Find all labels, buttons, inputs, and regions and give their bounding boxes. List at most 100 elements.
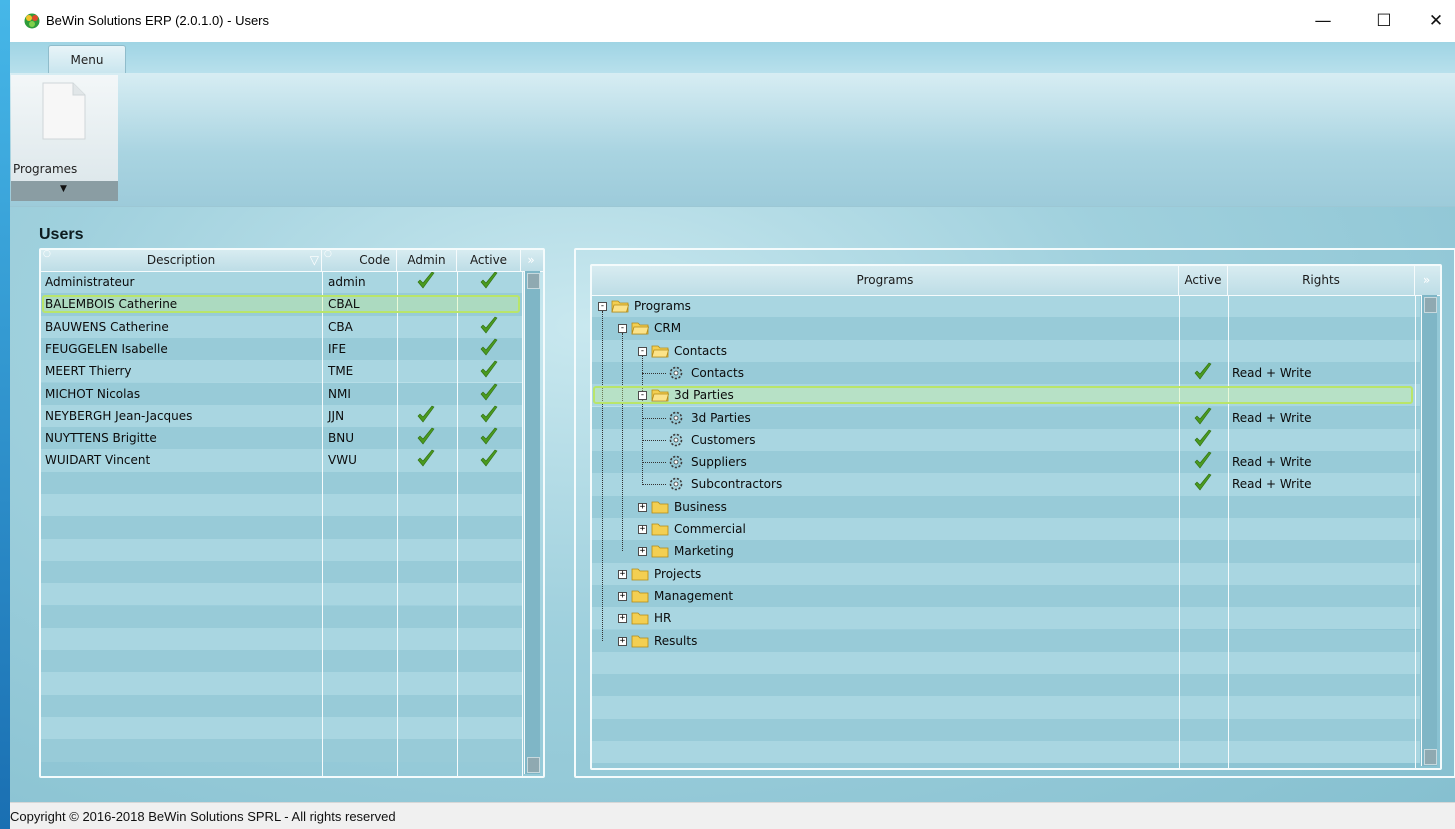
cell-rights: Read + Write — [1232, 365, 1312, 380]
column-chooser-icon[interactable]: » — [521, 250, 541, 271]
tree-row[interactable]: + Results — [592, 630, 1420, 652]
main-area: Users Administrateur admin BALEMBOIS Cathe… — [10, 207, 1455, 802]
close-button[interactable]: ✕ — [1416, 6, 1455, 36]
active-check-icon — [1194, 429, 1212, 447]
active-check-icon — [480, 427, 498, 445]
expand-icon[interactable]: + — [638, 525, 647, 534]
cell-code: JJN — [328, 408, 345, 423]
filter-icon[interactable]: ▽ — [310, 250, 319, 271]
row-band — [41, 605, 523, 628]
table-row[interactable]: WUIDART Vincent VWU — [41, 449, 523, 471]
cell-description: FEUGGELEN Isabelle — [45, 341, 168, 356]
tree-row[interactable]: - CRM — [592, 317, 1420, 339]
row-band — [592, 718, 1420, 741]
active-check-icon — [480, 360, 498, 378]
tree-row[interactable]: - 3d Parties — [592, 384, 1420, 406]
cell-description: NEYBERGH Jean-Jacques — [45, 408, 193, 423]
expand-icon[interactable]: + — [618, 569, 627, 579]
programes-label: Programes — [13, 162, 78, 176]
table-row[interactable]: BALEMBOIS Catherine CBAL — [41, 293, 523, 315]
tree-node-label: Subcontractors — [691, 477, 783, 492]
collapse-icon[interactable]: - — [618, 324, 627, 334]
tree-row[interactable]: + Marketing — [592, 540, 1420, 562]
scroll-down-button[interactable] — [527, 757, 540, 773]
tree-row[interactable]: + Business — [592, 496, 1420, 518]
table-row[interactable]: MICHOT Nicolas NMI — [41, 383, 523, 405]
tree-branch-line — [642, 372, 666, 374]
tree-row[interactable]: Subcontractors Read + Write — [592, 473, 1420, 495]
programes-button[interactable]: Programes ▼ — [11, 75, 118, 201]
minimize-button[interactable]: — — [1300, 6, 1346, 36]
expand-icon[interactable]: + — [638, 502, 647, 512]
folder-icon — [631, 568, 649, 580]
column-header-active[interactable]: Active — [457, 250, 521, 271]
cell-description: MEERT Thierry — [45, 364, 132, 379]
table-row[interactable]: FEUGGELEN Isabelle IFE — [41, 338, 523, 360]
scroll-down-button[interactable] — [1424, 749, 1437, 765]
column-header-active[interactable]: Active — [1179, 266, 1228, 295]
page-title: Users — [39, 226, 84, 243]
admin-check-icon — [417, 450, 435, 467]
cell-rights: Read + Write — [1232, 477, 1312, 492]
cell-description: Administrateur — [45, 275, 135, 289]
table-row[interactable]: NUYTTENS Brigitte BNU — [41, 427, 523, 449]
row-band — [41, 471, 523, 494]
cell-code: CBA — [328, 319, 353, 334]
table-row[interactable]: Administrateur admin — [41, 271, 523, 293]
column-header-rights[interactable]: Rights — [1228, 266, 1415, 295]
expand-icon[interactable]: + — [638, 547, 647, 557]
collapse-icon[interactable]: - — [598, 302, 607, 311]
tree-row[interactable]: Customers — [592, 429, 1420, 451]
cell-code: NMI — [328, 386, 351, 401]
cell-description: NUYTTENS Brigitte — [45, 431, 157, 446]
tree-node-label: HR — [654, 611, 672, 626]
programes-dropdown[interactable]: ▼ — [11, 181, 118, 201]
expand-icon[interactable]: + — [618, 636, 627, 646]
tree-row[interactable]: - Contacts — [592, 340, 1420, 362]
tree-row[interactable]: Contacts Read + Write — [592, 362, 1420, 384]
row-band — [41, 739, 523, 762]
users-grid: Administrateur admin BALEMBOIS Catherine CB… — [39, 248, 545, 778]
column-header-code[interactable]: Code ○ — [322, 250, 397, 271]
tree-node-label: Results — [654, 633, 698, 648]
tree-row[interactable]: - Programs — [592, 295, 1420, 317]
tree-row[interactable]: + HR — [592, 607, 1420, 629]
column-header-description[interactable]: Description ○ ▽ — [41, 250, 322, 271]
row-band — [41, 494, 523, 517]
folder-open-icon — [651, 345, 669, 357]
column-header-admin[interactable]: Admin — [397, 250, 457, 271]
tree-node-label: Management — [654, 588, 734, 603]
cell-code: TME — [328, 364, 354, 379]
gear-icon — [669, 455, 683, 469]
tree-row[interactable]: + Management — [592, 585, 1420, 607]
expand-icon[interactable]: + — [618, 614, 627, 624]
tree-row[interactable]: + Commercial — [592, 518, 1420, 540]
tab-menu[interactable]: Menu — [48, 45, 126, 74]
programs-scrollbar[interactable] — [1421, 295, 1437, 766]
folder-icon — [631, 635, 649, 647]
column-header-programs[interactable]: Programs — [592, 266, 1179, 295]
table-row[interactable]: NEYBERGH Jean-Jacques JJN — [41, 405, 523, 427]
users-scrollbar[interactable] — [524, 271, 540, 774]
table-row[interactable]: BAUWENS Catherine CBA — [41, 316, 523, 338]
cell-code: admin — [328, 275, 366, 289]
collapse-icon[interactable]: - — [638, 391, 647, 401]
users-grid-header: Description ○ ▽ Code ○ Admin Active » — [41, 250, 543, 272]
row-band — [41, 516, 523, 539]
tree-row[interactable]: 3d Parties Read + Write — [592, 407, 1420, 429]
scroll-up-button[interactable] — [527, 273, 540, 289]
table-row[interactable]: MEERT Thierry TME — [41, 360, 523, 382]
folder-icon — [651, 523, 669, 536]
active-check-icon — [480, 338, 498, 356]
tree-row[interactable]: + Projects — [592, 563, 1420, 585]
scroll-up-button[interactable] — [1424, 297, 1437, 313]
column-chooser-icon[interactable]: » — [1415, 266, 1438, 295]
column-label: Active — [469, 253, 508, 267]
tree-branch-line — [642, 484, 666, 486]
tree-node-label: Contacts — [674, 343, 727, 358]
tree-row[interactable]: Suppliers Read + Write — [592, 451, 1420, 473]
maximize-button[interactable]: ☐ — [1361, 6, 1407, 36]
tree-node-label: Contacts — [691, 365, 744, 380]
collapse-icon[interactable]: - — [638, 346, 647, 356]
expand-icon[interactable]: + — [618, 591, 627, 601]
